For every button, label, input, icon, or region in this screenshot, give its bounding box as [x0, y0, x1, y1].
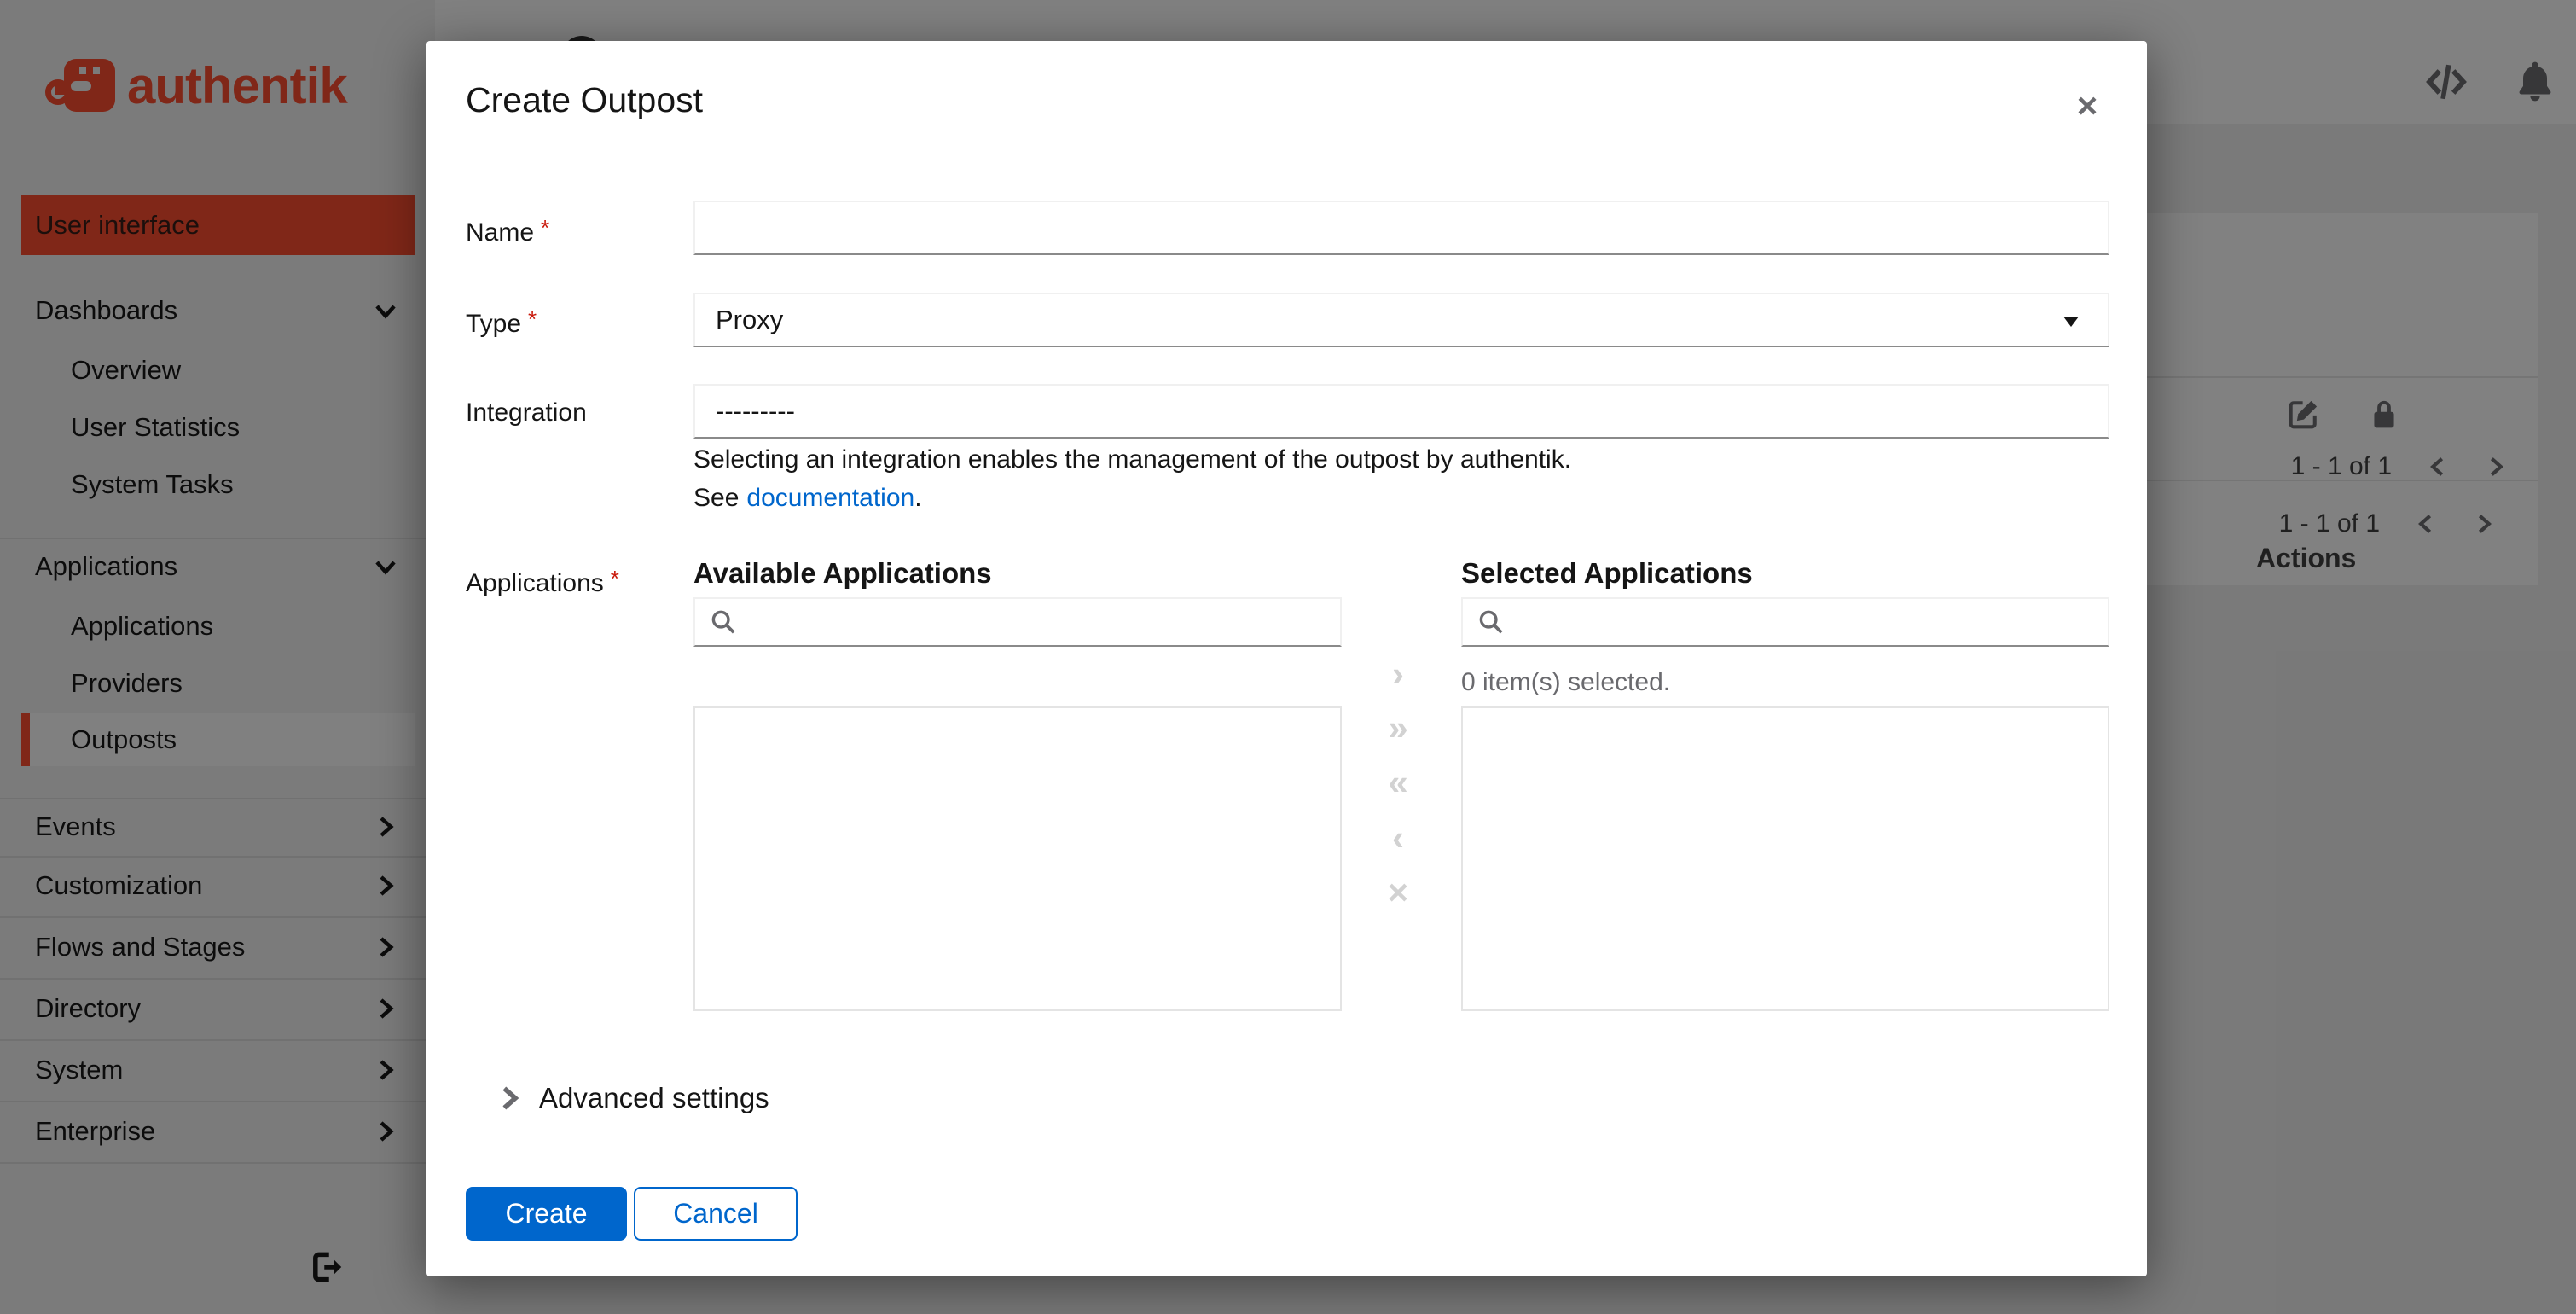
documentation-link[interactable]: documentation: [746, 484, 914, 512]
clear-selection-icon[interactable]: ×: [1371, 870, 1425, 915]
move-all-right-icon[interactable]: »: [1371, 706, 1425, 750]
selected-search-input[interactable]: [1516, 607, 2108, 637]
create-button[interactable]: Create: [466, 1187, 627, 1241]
chevron-down-icon: [2063, 317, 2079, 327]
name-label: Name *: [466, 215, 550, 247]
chevron-right-icon[interactable]: [495, 1084, 524, 1113]
available-applications-listbox[interactable]: [693, 706, 1342, 1011]
integration-help-line2: See documentation.: [693, 484, 922, 512]
modal-title: Create Outpost: [466, 80, 704, 119]
selected-applications-listbox[interactable]: [1461, 706, 2109, 1011]
type-select-value: Proxy: [716, 305, 784, 334]
applications-label: Applications *: [466, 566, 619, 597]
required-asterisk: *: [610, 566, 619, 591]
selected-count-caption: 0 item(s) selected.: [1461, 668, 1671, 696]
authentik-admin-app: authentik User interface Dashboards Over…: [0, 0, 2576, 1314]
integration-select[interactable]: ---------: [693, 384, 2109, 439]
type-select[interactable]: Proxy: [693, 293, 2109, 347]
cancel-button[interactable]: Cancel: [634, 1187, 798, 1241]
required-asterisk: *: [541, 215, 550, 241]
create-outpost-modal: Create Outpost × Name * Type * Proxy Integ…: [426, 41, 2147, 1276]
available-applications-header: Available Applications: [693, 557, 992, 589]
available-search[interactable]: [693, 597, 1342, 647]
move-all-left-icon[interactable]: «: [1371, 760, 1425, 805]
selected-applications-header: Selected Applications: [1461, 557, 1753, 589]
type-label: Type *: [466, 306, 537, 338]
move-selected-right-icon[interactable]: ›: [1371, 652, 1425, 696]
name-input[interactable]: [693, 201, 2109, 255]
search-icon: [711, 610, 735, 634]
close-icon[interactable]: ×: [2065, 84, 2109, 128]
selected-search[interactable]: [1461, 597, 2109, 647]
integration-label: Integration: [466, 398, 587, 427]
move-selected-left-icon[interactable]: ‹: [1371, 816, 1425, 860]
integration-select-value: ---------: [716, 396, 795, 426]
advanced-settings-toggle[interactable]: Advanced settings: [539, 1082, 769, 1114]
available-search-input[interactable]: [748, 607, 1340, 637]
search-icon: [1479, 610, 1503, 634]
integration-help-text: Selecting an integration enables the man…: [693, 445, 1572, 474]
required-asterisk: *: [528, 306, 537, 332]
